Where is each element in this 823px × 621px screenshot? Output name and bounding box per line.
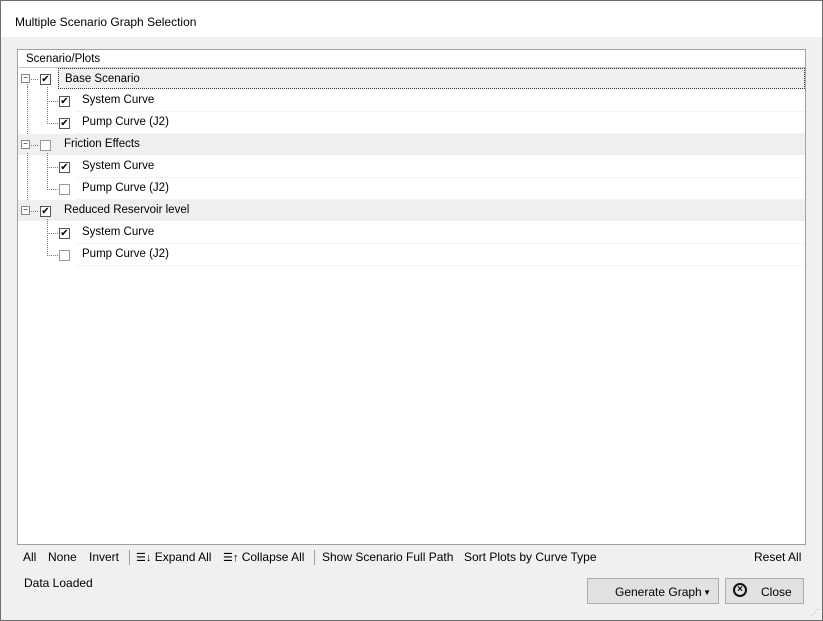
tree-line xyxy=(31,145,38,146)
plot-checkbox[interactable]: ✔ xyxy=(59,228,70,239)
scenario-row[interactable]: Base Scenario xyxy=(58,68,805,89)
close-label: Close xyxy=(761,585,792,599)
tree-line xyxy=(47,255,58,256)
resize-grip-icon[interactable]: ⋰ xyxy=(811,608,819,617)
toolbar-separator xyxy=(314,550,315,565)
plot-checkbox[interactable] xyxy=(59,250,70,261)
plot-label: Pump Curve (J2) xyxy=(82,116,169,128)
scenario-checkbox[interactable]: ✔ xyxy=(40,74,51,85)
scenario-row-gutter xyxy=(18,68,58,89)
plot-row[interactable]: Pump Curve (J2) xyxy=(76,178,805,200)
status-text: Data Loaded xyxy=(24,576,93,590)
plot-checkbox[interactable]: ✔ xyxy=(59,96,70,107)
scenario-label: Base Scenario xyxy=(65,73,140,85)
plot-row[interactable]: System Curve xyxy=(76,222,805,244)
tree-line xyxy=(47,233,58,234)
column-header[interactable]: Scenario/Plots xyxy=(18,50,805,68)
scenario-label: Reduced Reservoir level xyxy=(64,204,190,216)
scenario-checkbox[interactable] xyxy=(40,140,51,151)
close-button[interactable]: × Close xyxy=(725,578,804,604)
plot-row[interactable]: Pump Curve (J2) xyxy=(76,112,805,134)
plot-row[interactable]: System Curve xyxy=(76,90,805,112)
scenario-label: Friction Effects xyxy=(64,138,140,150)
plot-checkbox[interactable]: ✔ xyxy=(59,118,70,129)
scenario-row[interactable]: Friction Effects xyxy=(18,134,805,155)
column-header-label: Scenario/Plots xyxy=(26,53,101,65)
tree-line xyxy=(31,211,38,212)
toolbar-separator xyxy=(129,550,130,565)
generate-graph-button[interactable]: Generate Graph ▼ xyxy=(587,578,719,604)
generate-graph-label: Generate Graph xyxy=(615,585,702,599)
expand-all-label: Expand All xyxy=(154,550,212,564)
reset-all-button[interactable]: Reset All xyxy=(754,550,801,564)
plot-checkbox[interactable]: ✔ xyxy=(59,162,70,173)
show-scenario-full-path-button[interactable]: Show Scenario Full Path xyxy=(322,550,453,564)
tree-line xyxy=(47,167,58,168)
tree-line xyxy=(47,87,48,124)
plot-checkbox[interactable] xyxy=(59,184,70,195)
collapse-all-icon: ☰↑ xyxy=(223,552,239,564)
window-title: Multiple Scenario Graph Selection xyxy=(15,15,197,29)
dialog-window: Multiple Scenario Graph Selection Scenar… xyxy=(0,0,823,621)
plot-label: System Curve xyxy=(82,226,155,238)
collapse-toggle-icon[interactable]: − xyxy=(21,140,30,149)
plot-label: System Curve xyxy=(82,94,155,106)
select-none-button[interactable]: None xyxy=(48,550,77,564)
select-all-button[interactable]: All xyxy=(23,550,36,564)
scenario-plot-tree[interactable]: Scenario/Plots − Base Scenario ✔ ✔ Syste… xyxy=(17,49,806,545)
tree-line xyxy=(47,123,58,124)
dropdown-arrow-icon[interactable]: ▼ xyxy=(703,588,711,597)
expand-all-icon: ☰↓ xyxy=(136,552,152,564)
tree-line xyxy=(47,101,58,102)
invert-button[interactable]: Invert xyxy=(89,550,119,564)
tree-line xyxy=(47,189,58,190)
plot-label: Pump Curve (J2) xyxy=(82,182,169,194)
scenario-checkbox[interactable]: ✔ xyxy=(40,206,51,217)
scenario-row[interactable]: Reduced Reservoir level xyxy=(18,200,805,221)
expand-all-button[interactable]: ☰↓ Expand All xyxy=(136,550,211,564)
title-bar: Multiple Scenario Graph Selection xyxy=(1,1,822,37)
plot-label: System Curve xyxy=(82,160,155,172)
plot-row[interactable]: Pump Curve (J2) xyxy=(76,244,805,266)
tree-line xyxy=(47,153,48,190)
sort-plots-button[interactable]: Sort Plots by Curve Type xyxy=(464,550,597,564)
collapse-all-button[interactable]: ☰↑ Collapse All xyxy=(223,550,304,564)
collapse-all-label: Collapse All xyxy=(241,550,305,564)
plot-label: Pump Curve (J2) xyxy=(82,248,169,260)
collapse-toggle-icon[interactable]: − xyxy=(21,206,30,215)
close-icon: × xyxy=(733,583,747,597)
tree-line xyxy=(47,219,48,256)
plot-row[interactable]: System Curve xyxy=(76,156,805,178)
